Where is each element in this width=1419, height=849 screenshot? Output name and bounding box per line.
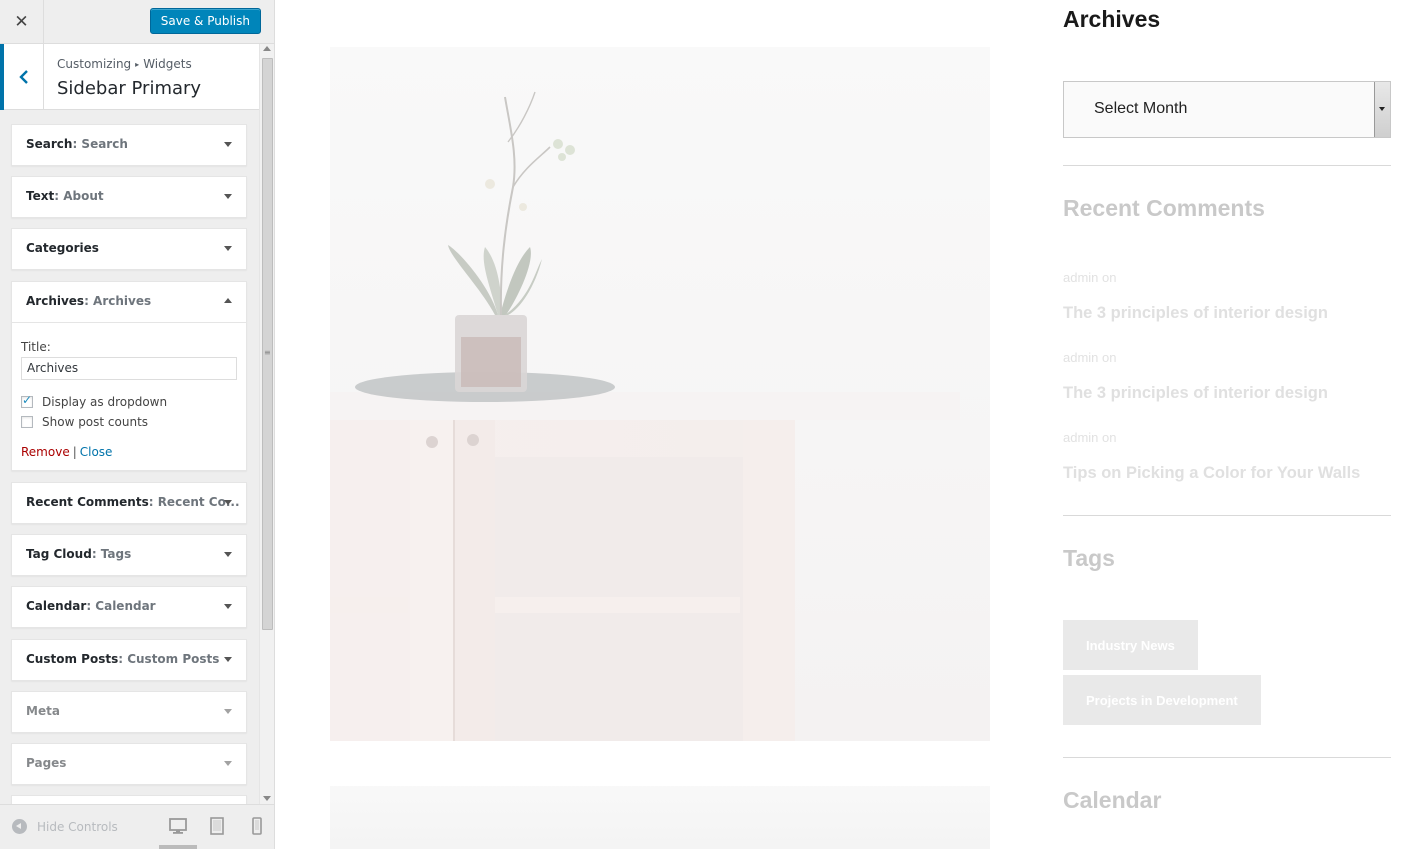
- widget-text[interactable]: Text: About: [11, 176, 247, 218]
- widget-search[interactable]: Search: Search: [11, 124, 247, 166]
- breadcrumb: Customizing ▸ Widgets: [57, 57, 192, 71]
- widget-divider: [1063, 515, 1391, 516]
- expand-arrow-icon[interactable]: [224, 194, 232, 199]
- show-counts-checkbox[interactable]: [21, 416, 33, 428]
- panel-scrollbar[interactable]: ≡: [259, 44, 274, 804]
- widget-label: Archives: Archives: [26, 294, 152, 308]
- widget-actions: Remove | Close: [21, 445, 112, 459]
- back-button[interactable]: [0, 44, 44, 110]
- hide-controls-label: Hide Controls: [37, 819, 118, 834]
- display-dropdown-row[interactable]: Display as dropdown: [21, 393, 168, 409]
- expand-arrow-icon[interactable]: [224, 552, 232, 557]
- tag-projects-in-development[interactable]: Projects in Development: [1063, 675, 1261, 725]
- widget-pages[interactable]: Pages: [11, 743, 247, 785]
- preview-sidebar: Archives Select Month Recent Comments ad…: [1063, 0, 1393, 849]
- widget-label: Text: About: [26, 189, 104, 203]
- show-counts-label: Show post counts: [42, 415, 149, 429]
- expand-arrow-icon[interactable]: [224, 604, 232, 609]
- widget-label: Custom Posts: Custom Posts: [26, 652, 220, 666]
- section-header: Customizing ▸ Widgets Sidebar Primary: [0, 44, 259, 110]
- widget-label: Meta: [26, 704, 60, 718]
- widget-label: Pages: [26, 756, 67, 770]
- collapse-icon: [12, 819, 27, 834]
- display-dropdown-label: Display as dropdown: [42, 395, 168, 409]
- scroll-up-icon[interactable]: [263, 46, 271, 51]
- scroll-down-icon[interactable]: [263, 796, 271, 801]
- mobile-icon[interactable]: [248, 817, 266, 835]
- breadcrumb-leaf: Widgets: [143, 57, 192, 71]
- collapse-arrow-icon[interactable]: [224, 298, 232, 303]
- featured-image: [330, 47, 990, 741]
- customizer-header: ✕ Save & Publish: [0, 0, 274, 44]
- hide-controls-button[interactable]: Hide Controls: [12, 819, 118, 834]
- widget-label: Calendar: Calendar: [26, 599, 156, 613]
- calendar-title: Calendar: [1063, 787, 1162, 813]
- grip-icon: ≡: [264, 348, 271, 357]
- widget-label: Search: Search: [26, 137, 128, 151]
- widget-categories[interactable]: Categories: [11, 228, 247, 270]
- secondary-image: [330, 786, 990, 849]
- title-label: Title:: [21, 340, 51, 354]
- expand-arrow-icon[interactable]: [224, 657, 232, 662]
- action-separator: |: [72, 445, 77, 459]
- archives-title: Archives: [1063, 6, 1161, 32]
- desktop-icon[interactable]: [169, 817, 187, 835]
- close-icon[interactable]: ✕: [0, 0, 44, 44]
- tag-industry-news[interactable]: Industry News: [1063, 620, 1198, 670]
- widget-tag-cloud[interactable]: Tag Cloud: Tags: [11, 534, 247, 576]
- widget-label: Tag Cloud: Tags: [26, 547, 132, 561]
- widget-archives[interactable]: Archives: Archives Title: Archives Displ…: [11, 281, 247, 471]
- save-publish-button[interactable]: Save & Publish: [149, 8, 261, 34]
- remove-link[interactable]: Remove: [21, 445, 70, 459]
- tablet-icon[interactable]: [208, 817, 226, 835]
- widget-label: Categories: [26, 241, 99, 255]
- archives-month-select[interactable]: Select Month: [1063, 81, 1391, 138]
- widget-custom-posts[interactable]: Custom Posts: Custom Posts: [11, 639, 247, 681]
- archives-widget-form: Title: Archives Display as dropdown Show…: [12, 322, 246, 470]
- section-title: Sidebar Primary: [57, 78, 202, 99]
- title-input[interactable]: Archives: [21, 357, 237, 380]
- comment-post-link[interactable]: The 3 principles of interior design: [1063, 384, 1328, 403]
- scrollbar-thumb[interactable]: ≡: [262, 58, 273, 630]
- comment-meta: admin on: [1063, 430, 1117, 445]
- customizer-panel: ✕ Save & Publish Customizing ▸ Widgets Sid…: [0, 0, 275, 849]
- expand-arrow-icon[interactable]: [224, 246, 232, 251]
- comment-meta: admin on: [1063, 270, 1117, 285]
- comment-post-link[interactable]: Tips on Picking a Color for Your Walls: [1063, 464, 1360, 483]
- widget-recent-comments[interactable]: Recent Comments: Recent Co...: [11, 482, 247, 524]
- site-preview: Archives Select Month Recent Comments ad…: [275, 0, 1419, 849]
- show-counts-row[interactable]: Show post counts: [21, 415, 148, 429]
- chevron-left-icon: [18, 70, 28, 84]
- expand-arrow-icon[interactable]: [224, 500, 232, 505]
- breadcrumb-root: Customizing: [57, 57, 132, 71]
- dropdown-arrow-icon[interactable]: [1374, 82, 1390, 137]
- widget-calendar[interactable]: Calendar: Calendar: [11, 586, 247, 628]
- expand-arrow-icon[interactable]: [224, 142, 232, 147]
- expand-arrow-icon[interactable]: [224, 761, 232, 766]
- widget-divider: [1063, 165, 1391, 166]
- expand-arrow-icon[interactable]: [224, 709, 232, 714]
- widget-divider: [1063, 757, 1391, 758]
- comment-post-link[interactable]: The 3 principles of interior design: [1063, 304, 1328, 323]
- display-dropdown-checkbox[interactable]: [21, 393, 33, 408]
- breadcrumb-separator-icon: ▸: [135, 60, 140, 69]
- select-month-value: Select Month: [1094, 100, 1188, 117]
- comment-meta: admin on: [1063, 350, 1117, 365]
- widget-meta[interactable]: Meta: [11, 691, 247, 733]
- widget-label: Recent Comments: Recent Co...: [26, 495, 240, 509]
- active-device-indicator: [159, 845, 197, 849]
- close-link[interactable]: Close: [80, 445, 113, 459]
- tags-title: Tags: [1063, 545, 1115, 571]
- customizer-footer: Hide Controls: [0, 804, 274, 849]
- recent-comments-title: Recent Comments: [1063, 195, 1265, 221]
